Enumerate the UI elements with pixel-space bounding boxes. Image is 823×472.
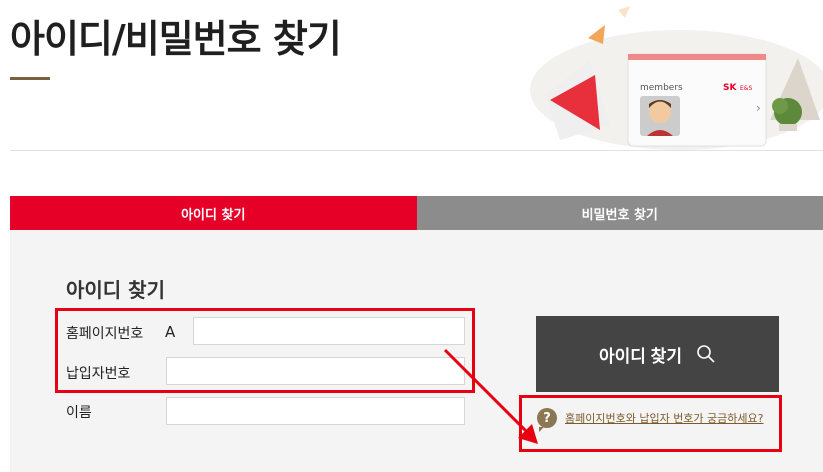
highlight-box-fields (55, 308, 475, 393)
name-input[interactable] (166, 397, 465, 425)
members-card: members SK E&S › (627, 53, 767, 147)
brand-logo-sub: E&S (740, 85, 752, 92)
find-id-button-label: 아이디 찾기 (599, 346, 682, 366)
help-link[interactable]: 홈페이지번호와 납입자 번호가 궁금하세요? (565, 410, 764, 426)
name-label: 이름 (66, 405, 92, 421)
find-id-button[interactable]: 아이디 찾기 (536, 316, 779, 392)
tab-find-id[interactable]: 아이디 찾기 (10, 196, 417, 230)
svg-text:›: › (756, 101, 761, 115)
tab-bar: 아이디 찾기 비밀번호 찾기 (10, 196, 823, 230)
hero-illustration: members SK E&S › (530, 6, 823, 150)
tab-find-password[interactable]: 비밀번호 찾기 (416, 196, 823, 230)
search-icon (697, 345, 715, 363)
members-label: members (640, 83, 683, 93)
header-divider (10, 150, 823, 151)
section-title: 아이디 찾기 (66, 278, 165, 302)
annotation-arrow-icon (443, 348, 538, 444)
brand-logo: SK (723, 83, 737, 93)
title-underline (10, 77, 50, 80)
page-title: 아이디/비밀번호 찾기 (10, 17, 342, 61)
help-row: ? 홈페이지번호와 납입자 번호가 궁금하세요? (537, 408, 764, 432)
